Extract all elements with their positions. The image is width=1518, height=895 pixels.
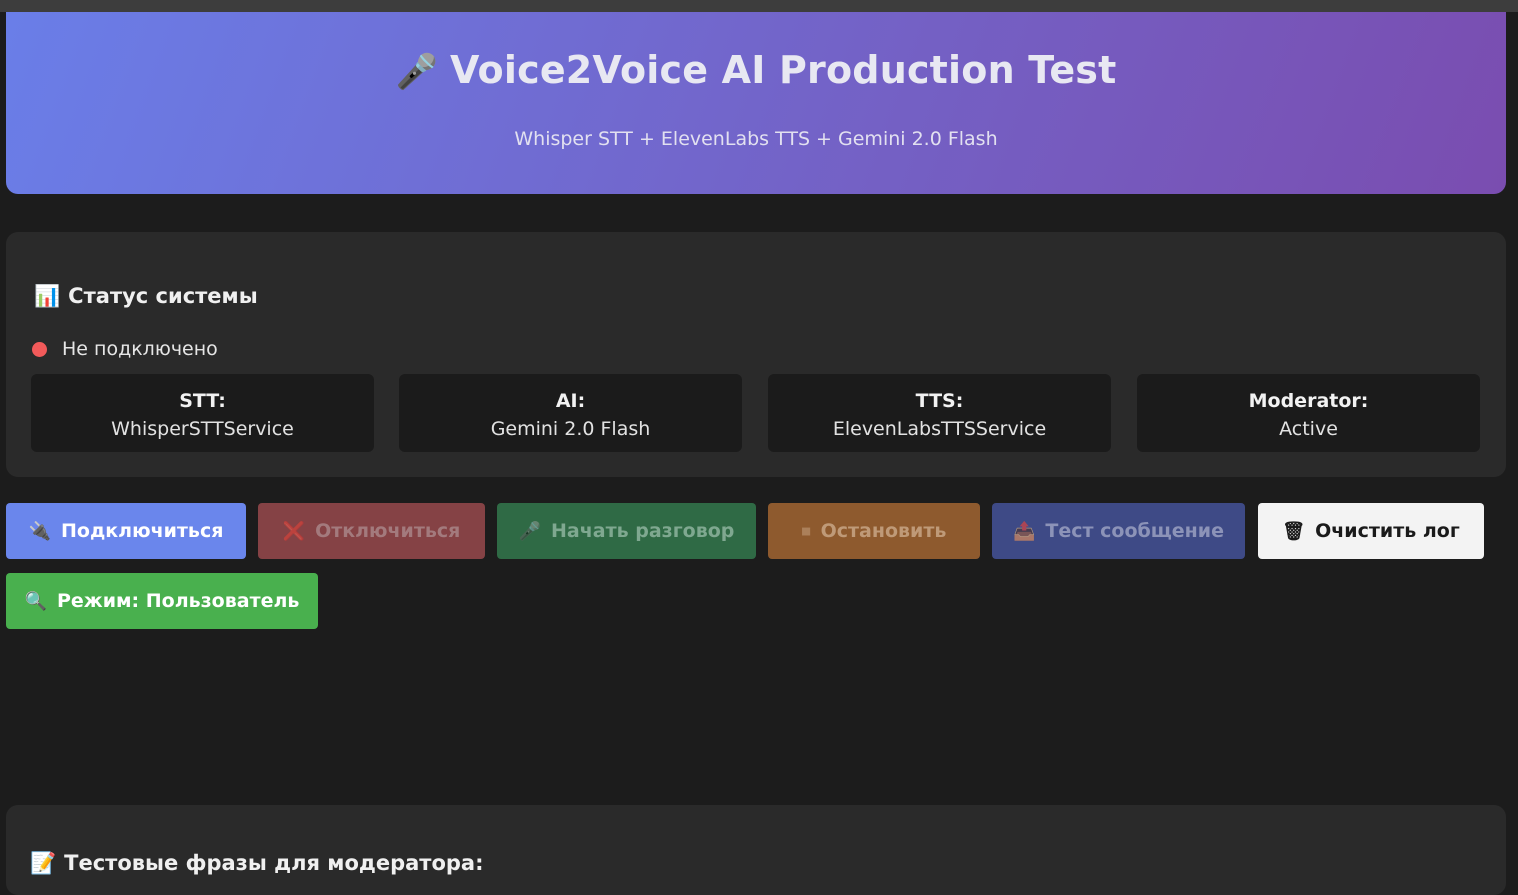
disconnect-button-label: Отключиться <box>315 520 461 542</box>
stop-button[interactable]: ⏹ Остановить <box>768 503 980 559</box>
connection-status-dot <box>32 341 47 357</box>
magnifier-icon: 🔍 <box>24 590 47 612</box>
browser-top-bar <box>0 0 1518 12</box>
service-card-label: Moderator: <box>1248 390 1369 412</box>
microphone-icon: 🎤 <box>395 52 439 92</box>
service-card-tts: TTS: ElevenLabsTTSService <box>768 374 1111 452</box>
bar-chart-icon: 📊 <box>34 284 61 308</box>
test-message-button[interactable]: 📤 Тест сообщение <box>992 503 1245 559</box>
service-card-stt: STT: WhisperSTTService <box>31 374 374 452</box>
service-card-ai: AI: Gemini 2.0 Flash <box>399 374 742 452</box>
service-card-value: Active <box>1279 418 1338 440</box>
disconnect-button[interactable]: ❌ Отключиться <box>258 503 485 559</box>
clear-log-button[interactable]: 🗑 Очистить лог <box>1258 503 1484 559</box>
system-status-heading: 📊 Статус системы <box>34 284 258 309</box>
test-phrases-heading-text: Тестовые фразы для модератора: <box>64 851 484 875</box>
system-status-panel: 📊 Статус системы Не подключено STT: Whisp… <box>6 232 1506 477</box>
page-title: 🎤 Voice2Voice AI Production Test <box>6 48 1506 92</box>
connect-button[interactable]: 🔌 Подключиться <box>6 503 246 559</box>
page-title-text: Voice2Voice AI Production Test <box>450 48 1117 92</box>
test-phrases-heading: 📝 Тестовые фразы для модератора: <box>30 851 483 876</box>
test-message-button-label: Тест сообщение <box>1045 520 1224 542</box>
mode-toggle-button-label: Режим: Пользователь <box>56 590 300 612</box>
microphone-icon: 🎤 <box>518 520 542 542</box>
start-conversation-button-label: Начать разговор <box>551 520 735 542</box>
service-card-value: WhisperSTTService <box>111 418 294 440</box>
trash-icon: 🗑 <box>1282 520 1306 542</box>
stop-icon: ⏹ <box>801 520 811 542</box>
service-card-label: AI: <box>555 390 586 412</box>
outbox-icon: 📤 <box>1012 520 1036 542</box>
mode-toggle-button[interactable]: 🔍 Режим: Пользователь <box>6 573 318 629</box>
cross-icon: ❌ <box>282 520 306 542</box>
stop-button-label: Остановить <box>820 520 947 542</box>
page-subtitle: Whisper STT + ElevenLabs TTS + Gemini 2.… <box>514 128 998 150</box>
service-card-value: Gemini 2.0 Flash <box>490 418 651 440</box>
memo-icon: 📝 <box>30 851 57 875</box>
connection-status: Не подключено <box>32 338 218 360</box>
connect-button-label: Подключиться <box>60 520 224 542</box>
clear-log-button-label: Очистить лог <box>1315 520 1460 542</box>
page-header: 🎤 Voice2Voice AI Production Test Whisper … <box>6 12 1506 194</box>
test-phrases-panel: 📝 Тестовые фразы для модератора: <box>6 805 1506 895</box>
service-card-label: STT: <box>179 390 226 412</box>
start-conversation-button[interactable]: 🎤 Начать разговор <box>497 503 756 559</box>
service-card-moderator: Moderator: Active <box>1137 374 1480 452</box>
service-card-value: ElevenLabsTTSService <box>832 418 1047 440</box>
plug-icon: 🔌 <box>28 520 51 542</box>
service-card-label: TTS: <box>915 390 964 412</box>
connection-status-text: Не подключено <box>62 338 218 360</box>
system-status-heading-text: Статус системы <box>68 284 258 308</box>
